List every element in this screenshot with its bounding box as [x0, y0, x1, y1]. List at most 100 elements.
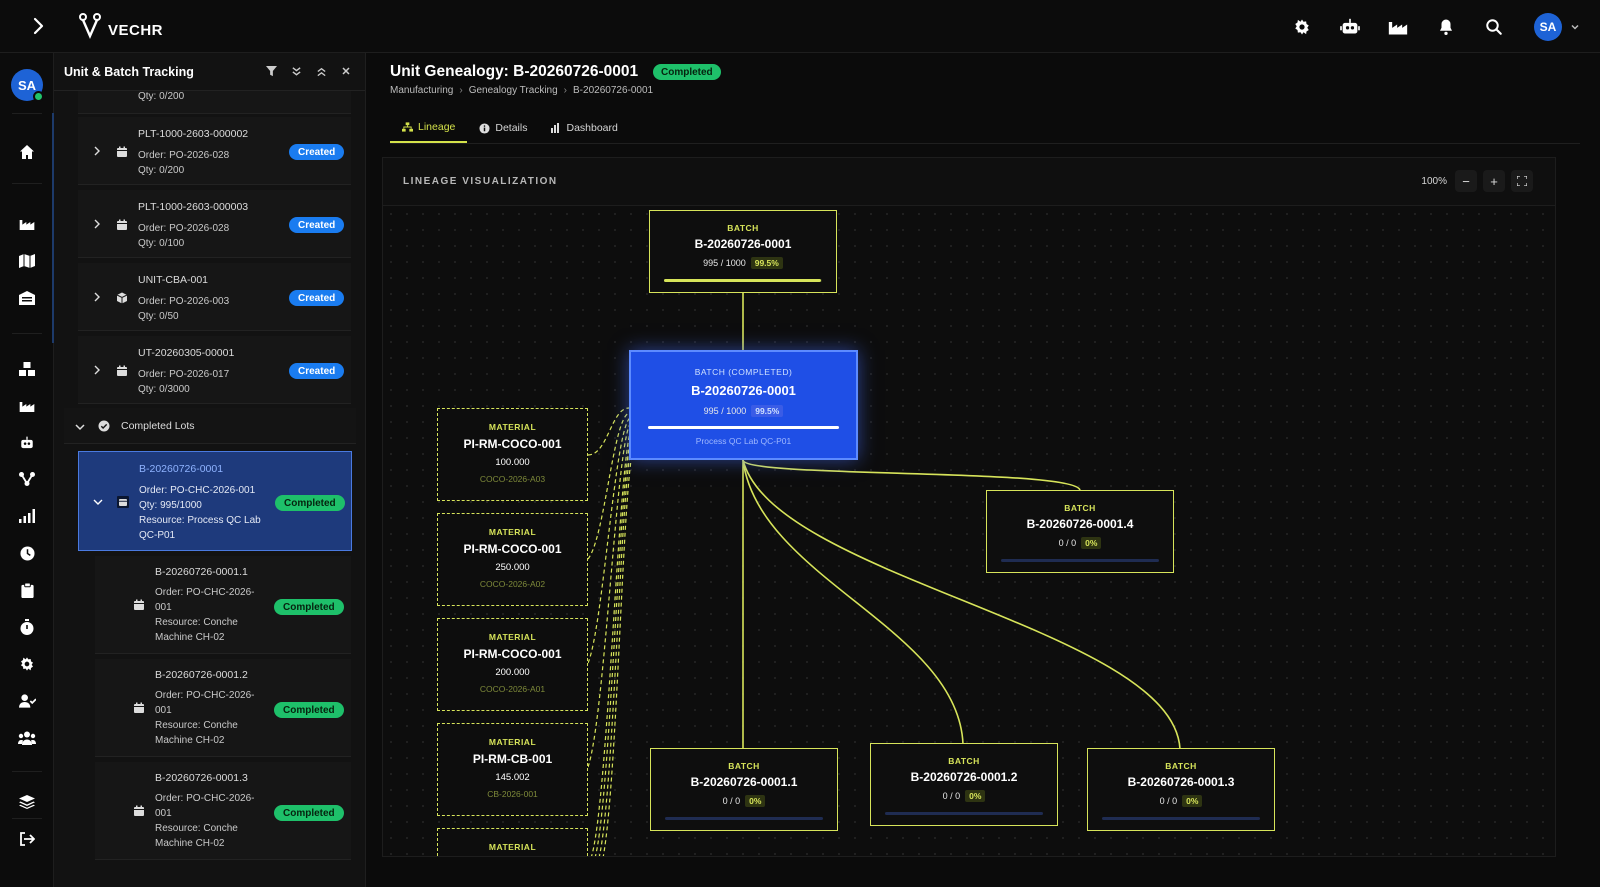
node-qty: 200.000 [495, 667, 530, 678]
progress-bar [665, 817, 823, 820]
batch-node-child[interactable]: BATCH B-20260726-0001.3 0 / 0 0% [1087, 748, 1275, 831]
batch-node-child[interactable]: BATCH B-20260726-0001.1 0 / 0 0% [650, 748, 838, 831]
map-icon[interactable] [15, 249, 39, 273]
factory-icon[interactable] [15, 212, 39, 236]
chevron-down-icon[interactable] [1562, 22, 1588, 32]
gear-icon[interactable] [15, 652, 39, 676]
expand-sidebar-icon[interactable] [26, 14, 50, 38]
chevron-down-icon[interactable] [74, 420, 86, 432]
material-node[interactable]: MATERIAL [437, 828, 588, 856]
users-icon[interactable] [15, 726, 39, 750]
node-type: BATCH [1064, 503, 1096, 513]
node-name: PI-RM-COCO-001 [463, 542, 562, 556]
cubes-icon[interactable] [15, 357, 39, 381]
tab-dashboard[interactable]: Dashboard [539, 113, 629, 143]
close-icon[interactable] [338, 63, 354, 79]
progress-bar [885, 812, 1043, 815]
chevron-down-icon[interactable] [91, 495, 105, 509]
chevron-right-icon[interactable] [90, 144, 104, 158]
list-item[interactable]: PLT-1000-2603-000003 Order: PO-2026-028 … [78, 190, 351, 258]
node-type: MATERIAL [488, 842, 537, 852]
material-node[interactable]: MATERIAL PI-RM-COCO-001 250.000 COCO-202… [437, 513, 588, 606]
warehouse-icon[interactable] [15, 286, 39, 310]
tab-details[interactable]: Details [467, 113, 539, 143]
batch-node-child[interactable]: BATCH B-20260726-0001.2 0 / 0 0% [870, 743, 1058, 826]
calendar-icon [117, 496, 129, 508]
chevron-right-icon[interactable] [90, 363, 104, 377]
node-type: MATERIAL [488, 422, 537, 432]
item-order-cont: 001 [155, 602, 172, 613]
chevron-right-icon[interactable] [90, 217, 104, 231]
node-type: MATERIAL [488, 632, 537, 642]
item-resource-cont: QC-P01 [139, 530, 176, 541]
material-node[interactable]: MATERIAL PI-RM-CB-001 145.002 CB-2026-00… [437, 723, 588, 816]
industry-icon[interactable] [15, 394, 39, 418]
robot-icon[interactable] [15, 431, 39, 455]
node-count: 995 / 1000 99.5% [631, 405, 856, 417]
app-logo[interactable]: VECHR [76, 11, 163, 41]
list-item[interactable]: B-20260726-0001.1 Order: PO-CHC-2026- 00… [95, 556, 351, 654]
list-item[interactable]: B-20260726-0001.2 Order: PO-CHC-2026- 00… [95, 659, 351, 757]
node-name: PI-RM-COCO-001 [463, 437, 562, 451]
item-order: Order: PO-2026-028 [138, 150, 230, 161]
bar-chart-icon [551, 123, 560, 133]
list-item[interactable]: UT-20260305-00001 Order: PO-2026-017 Qty… [78, 336, 351, 404]
batch-node-parent[interactable]: BATCH B-20260726-0001 995 / 1000 99.5% [649, 210, 837, 293]
signal-bars-icon[interactable] [15, 504, 39, 528]
node-percent: 0% [1081, 537, 1102, 549]
item-order: Order: PO-2026-017 [138, 369, 230, 380]
clock-icon[interactable] [15, 541, 39, 565]
flow-icon[interactable] [15, 467, 39, 491]
list-item[interactable]: B-20260726-0001.3 Order: PO-CHC-2026- 00… [95, 762, 351, 860]
online-status-icon [33, 91, 44, 102]
home-icon[interactable] [15, 140, 39, 164]
node-qty: 100.000 [495, 457, 530, 468]
node-name: B-20260726-0001.2 [910, 770, 1018, 784]
batch-node-current[interactable]: BATCH (COMPLETED) B-20260726-0001 995 / … [629, 350, 858, 460]
item-resource-cont: Machine CH-02 [155, 632, 225, 643]
logout-icon[interactable] [15, 827, 39, 851]
tab-label: Lineage [418, 121, 456, 133]
user-avatar[interactable]: SA [1534, 12, 1562, 41]
progress-bar [664, 279, 822, 282]
node-name: B-20260726-0001.4 [1026, 517, 1134, 531]
group-label: Completed Lots [121, 420, 195, 432]
collapse-all-icon[interactable] [313, 63, 329, 79]
layers-icon[interactable] [15, 790, 39, 814]
settings-gear-icon[interactable] [1278, 0, 1326, 53]
lineage-canvas[interactable]: LINEAGE VISUALIZATION 100% − + BATCH B-2… [382, 157, 1556, 857]
batch-node-child[interactable]: BATCH B-20260726-0001.4 0 / 0 0% [986, 490, 1174, 573]
list-item[interactable]: PLT-1000-2603-000002 Order: PO-2026-028 … [78, 117, 351, 185]
page-title: Unit Genealogy: B-20260726-0001 [390, 63, 639, 80]
item-qty: Qty: 0/50 [138, 311, 179, 322]
factory-icon[interactable] [1374, 0, 1422, 53]
item-order-cont: 001 [155, 808, 172, 819]
breadcrumb-chevron-icon: › [459, 85, 463, 96]
group-completed-lots[interactable]: Completed Lots [64, 408, 356, 444]
notifications-bell-icon[interactable] [1422, 0, 1470, 53]
list-item[interactable]: Qty: 0/200 [78, 91, 351, 114]
expand-all-icon[interactable] [288, 63, 304, 79]
item-qty: Qty: 0/200 [138, 91, 185, 102]
search-icon[interactable] [1470, 0, 1518, 53]
stopwatch-icon[interactable] [15, 615, 39, 639]
rail-divider [12, 113, 42, 114]
item-name: B-20260726-0001 [139, 463, 224, 475]
tab-label: Dashboard [566, 122, 618, 134]
info-icon [479, 122, 490, 134]
breadcrumb-item[interactable]: Genealogy Tracking [469, 85, 558, 96]
chevron-right-icon[interactable] [90, 290, 104, 304]
rail-avatar[interactable]: SA [11, 69, 44, 102]
user-check-icon[interactable] [15, 689, 39, 713]
breadcrumb-item[interactable]: Manufacturing [390, 85, 453, 96]
material-node[interactable]: MATERIAL PI-RM-COCO-001 200.000 COCO-202… [437, 618, 588, 711]
item-order: Order: PO-CHC-2026-001 [139, 485, 256, 496]
clipboard-icon[interactable] [15, 578, 39, 602]
material-node[interactable]: MATERIAL PI-RM-COCO-001 100.000 COCO-202… [437, 408, 588, 501]
item-name: B-20260726-0001.3 [155, 772, 248, 784]
list-item-selected[interactable]: B-20260726-0001 Order: PO-CHC-2026-001 Q… [78, 451, 352, 551]
list-item[interactable]: UNIT-CBA-001 Order: PO-2026-003 Qty: 0/5… [78, 263, 351, 331]
tab-lineage[interactable]: Lineage [390, 113, 468, 143]
filter-icon[interactable] [263, 63, 279, 79]
robot-icon[interactable] [1326, 0, 1374, 53]
